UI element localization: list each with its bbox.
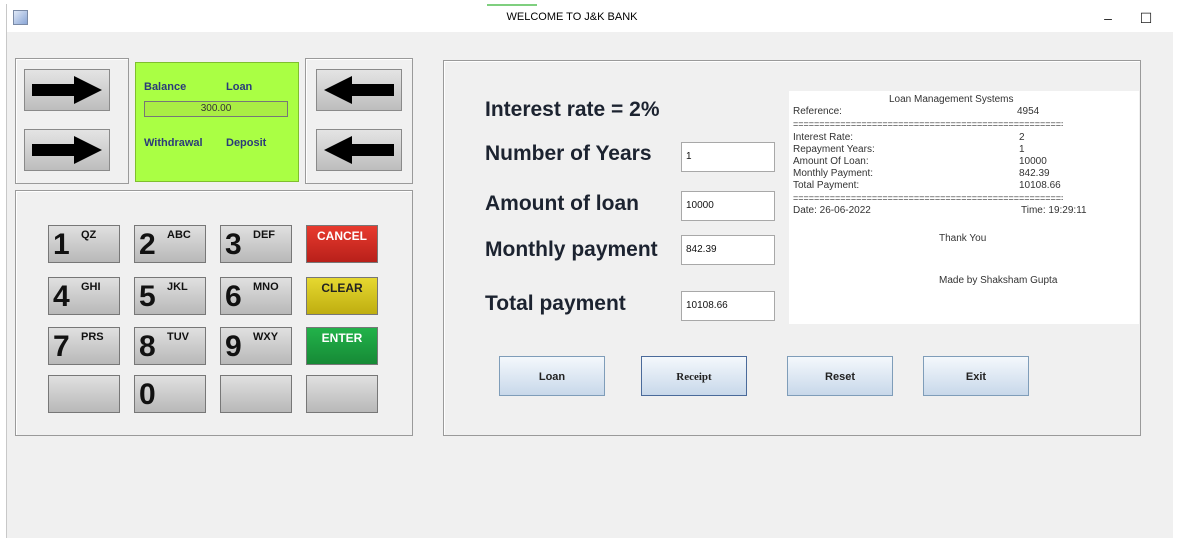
receipt-area: Loan Management Systems Reference: 4954 … [789,91,1139,324]
receipt-row-value: 1 [1019,144,1025,155]
receipt-row-label: Interest Rate: [793,132,854,143]
screen-loan-label[interactable]: Loan [226,81,252,93]
receipt-button[interactable]: Receipt [641,356,747,396]
title-bar: WELCOME TO J&K BANK – ☐ [7,4,1173,32]
years-input[interactable]: 1 [681,142,775,172]
receipt-thanks: Thank You [939,233,987,244]
blank-key-left[interactable] [48,375,120,413]
amount-input[interactable]: 10000 [681,191,775,221]
key-7[interactable]: 7 PRS [48,327,120,365]
atm-screen: Balance Loan 300.00 Withdrawal Deposit [135,62,299,182]
key-6[interactable]: 6 MNO [220,277,292,315]
right-arrow-icon [32,136,102,164]
receipt-row-value: 2 [1019,132,1025,143]
years-label: Number of Years [485,142,652,165]
reset-button[interactable]: Reset [787,356,893,396]
balance-value: 300.00 [144,101,288,117]
receipt-title: Loan Management Systems [889,94,1014,105]
right-arrow-panel [305,58,413,184]
screen-balance-label[interactable]: Balance [144,81,186,93]
blank-key-right[interactable] [220,375,292,413]
key-1[interactable]: 1 QZ [48,225,120,263]
reference-value: 4954 [1017,106,1040,117]
monthly-payment-field[interactable]: 842.39 [681,235,775,265]
receipt-row-label: Total Payment: [793,180,860,191]
interest-rate-label: Interest rate = 2% [485,98,660,121]
receipt-row-label: Repayment Years: [793,144,875,155]
key-3[interactable]: 3 DEF [220,225,292,263]
receipt-credit: Made by Shaksham Gupta [939,275,1058,286]
receipt-row-label: Amount Of Loan: [793,156,869,167]
minimize-button[interactable]: – [1093,7,1123,29]
receipt-row-value: 842.39 [1019,168,1050,179]
left-bottom-arrow-button[interactable] [24,129,110,171]
receipt-date: Date: 26-06-2022 [793,205,871,216]
total-payment-label: Total payment [485,292,626,315]
receipt-row-label: Monthly Payment: [793,168,874,179]
receipt-row-value: 10108.66 [1019,180,1061,191]
left-top-arrow-button[interactable] [24,69,110,111]
maximize-button[interactable]: ☐ [1131,7,1161,29]
receipt-row-value: 10000 [1019,156,1047,167]
keypad-panel: 1 QZ 2 ABC 3 DEF CANCEL 4 GHI 5 JKL 6 MNO CLEA… [15,190,413,436]
key-2[interactable]: 2 ABC [134,225,206,263]
receipt-separator: ========================================… [793,194,1063,202]
enter-button[interactable]: ENTER [306,327,378,365]
key-0[interactable]: 0 [134,375,206,413]
receipt-separator: ========================================… [793,120,1063,128]
right-bottom-arrow-button[interactable] [316,129,402,171]
receipt-time: Time: 19:29:11 [1021,205,1087,216]
key-9[interactable]: 9 WXY [220,327,292,365]
loan-button[interactable]: Loan [499,356,605,396]
window-title: WELCOME TO J&K BANK [506,11,638,23]
clear-button[interactable]: CLEAR [306,277,378,315]
total-payment-field[interactable]: 10108.66 [681,291,775,321]
screen-deposit-label[interactable]: Deposit [226,137,266,149]
exit-button[interactable]: Exit [923,356,1029,396]
right-top-arrow-button[interactable] [316,69,402,111]
reference-label: Reference: [793,106,842,117]
left-arrow-panel [15,58,129,184]
key-5[interactable]: 5 JKL [134,277,206,315]
right-arrow-icon [32,76,102,104]
app-window: WELCOME TO J&K BANK – ☐ Balance Loan 300… [6,4,1173,538]
title-accent [487,4,537,6]
screen-withdrawal-label[interactable]: Withdrawal [144,137,203,149]
amount-label: Amount of loan [485,192,639,215]
blank-key-fn[interactable] [306,375,378,413]
key-4[interactable]: 4 GHI [48,277,120,315]
left-arrow-icon [324,136,394,164]
key-8[interactable]: 8 TUV [134,327,206,365]
left-arrow-icon [324,76,394,104]
monthly-payment-label: Monthly payment [485,238,658,261]
cancel-button[interactable]: CANCEL [306,225,378,263]
